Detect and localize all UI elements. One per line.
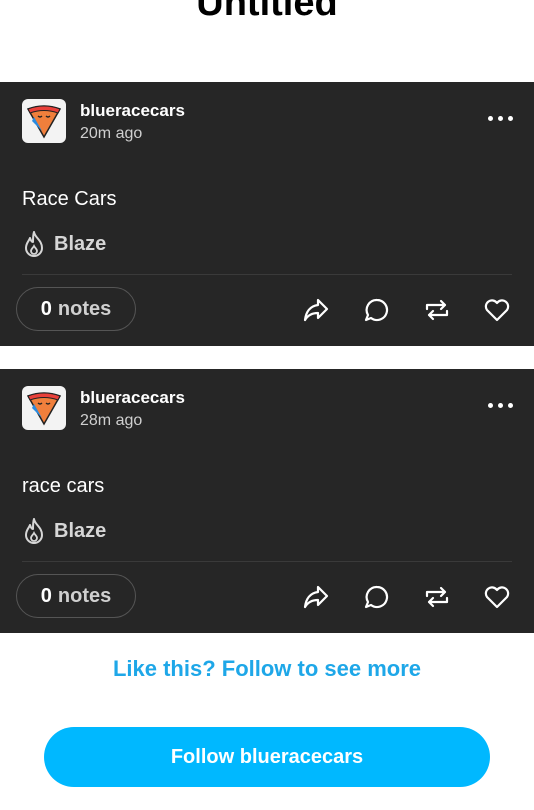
- divider: [22, 274, 512, 275]
- notes-count: 0: [40, 297, 52, 320]
- pizza-avatar-icon[interactable]: [22, 99, 66, 143]
- reblog-icon[interactable]: [423, 583, 451, 611]
- post-body: race cars: [22, 475, 105, 497]
- follow-button[interactable]: Follow blueracecars: [44, 727, 490, 787]
- share-icon[interactable]: [302, 583, 330, 611]
- post-card: blueracecars 20m ago Race Cars Blaze 0 n…: [0, 82, 534, 346]
- notes-label: notes: [57, 297, 112, 320]
- divider: [22, 561, 512, 562]
- reblog-icon[interactable]: [423, 296, 451, 324]
- post-timestamp: 20m ago: [80, 125, 143, 142]
- post-username[interactable]: blueracecars: [80, 388, 185, 408]
- share-icon[interactable]: [302, 296, 330, 324]
- reply-icon[interactable]: [363, 296, 391, 324]
- post-timestamp: 28m ago: [80, 412, 143, 429]
- flame-icon: [25, 231, 43, 257]
- post-body: Race Cars: [22, 188, 117, 210]
- blaze-button[interactable]: Blaze: [22, 517, 106, 545]
- blaze-button[interactable]: Blaze: [22, 230, 106, 258]
- notes-count: 0: [40, 584, 52, 607]
- flame-icon: [25, 518, 43, 544]
- blaze-label: Blaze: [54, 519, 107, 542]
- notes-label: notes: [57, 584, 112, 607]
- blaze-label: Blaze: [54, 232, 107, 255]
- post-username[interactable]: blueracecars: [80, 101, 185, 121]
- notes-button[interactable]: 0 notes: [16, 287, 136, 331]
- more-options-icon[interactable]: [488, 112, 514, 124]
- post-card: blueracecars 28m ago race cars Blaze 0 n…: [0, 369, 534, 633]
- more-options-icon[interactable]: [488, 399, 514, 411]
- page-title: Untitled: [196, 0, 338, 24]
- follow-prompt-link[interactable]: Like this? Follow to see more: [0, 656, 534, 682]
- notes-button[interactable]: 0 notes: [16, 574, 136, 618]
- reply-icon[interactable]: [363, 583, 391, 611]
- pizza-avatar-icon[interactable]: [22, 386, 66, 430]
- heart-icon[interactable]: [483, 296, 511, 324]
- heart-icon[interactable]: [483, 583, 511, 611]
